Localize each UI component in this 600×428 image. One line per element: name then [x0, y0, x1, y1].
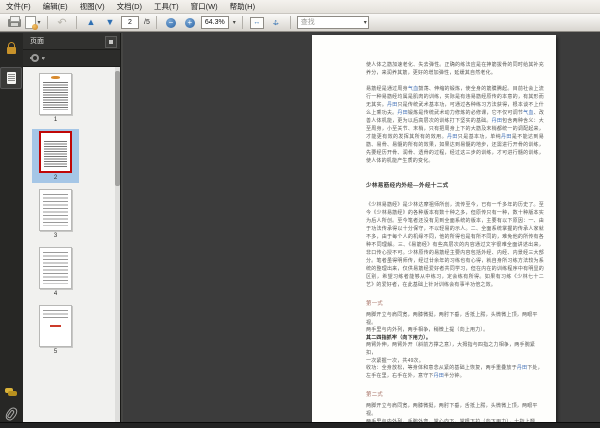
form-heading: 第一式	[366, 301, 384, 307]
toolbar-separator	[76, 16, 77, 29]
document-text: 两脚开立与肩同宽，两膝微挺，两肘下垂，舌抵上腭，头微微上顶，两眼平视。	[366, 312, 538, 326]
gear-icon[interactable]	[30, 54, 44, 62]
fullscreen-icon: ↔ ↕	[271, 17, 281, 27]
thumbnail-options-row: ▾	[23, 50, 120, 67]
thumbnail-emblem	[51, 76, 60, 79]
thumbnail-page-number: 3	[53, 233, 58, 239]
thumbnail-image	[39, 247, 72, 289]
menu-help[interactable]: 帮助(H)	[224, 0, 261, 13]
previous-view-button[interactable]: ↶	[54, 15, 70, 31]
page-thumbnail[interactable]: 4	[32, 245, 79, 299]
thumbnail-image	[39, 189, 72, 231]
toolbar-separator	[155, 16, 157, 29]
pages-panel: 页面 ▾ 1 2 3 4 5	[23, 33, 120, 422]
search-input[interactable]	[296, 16, 369, 29]
adobe-reader-window: 文件(F) 编辑(E) 视图(V) 文档(D) 工具(T) 窗口(W) 帮助(H…	[0, 0, 600, 428]
fit-width-icon: ↔	[249, 16, 264, 29]
zoom-out-icon: −	[165, 17, 176, 28]
page-total-label: /5	[144, 19, 150, 26]
page-thumbnail[interactable]: 3	[32, 187, 79, 241]
page-number-input[interactable]	[121, 16, 139, 29]
zoom-in-icon: +	[184, 17, 195, 28]
thumbnail-page-number: 1	[53, 117, 58, 123]
toolbar-separator	[241, 16, 243, 29]
security-panel-button[interactable]	[0, 37, 22, 59]
panel-options-button[interactable]	[105, 36, 117, 48]
printer-icon	[7, 15, 21, 27]
thumbnail-page-number: 5	[53, 349, 58, 355]
toolbar: ▾ ↶ ▲ ▼ /5 − + 64.3% ▾ ↔ ↔↕ ▾	[0, 14, 600, 32]
zoom-out-button[interactable]: −	[163, 15, 179, 31]
document-text: 两脚开立与肩同宽，两膝微挺，两肘下垂，舌抵上腭，头微微上顶，两眼平视。	[366, 403, 538, 417]
page-thumbnail[interactable]: 2	[32, 129, 79, 183]
document-text: 两臂外伸，两臂外开（斜前方撑之意），大拇指与四指之力相争，两手腕紧扣，	[366, 342, 536, 356]
thumbnail-image	[39, 131, 72, 173]
chevron-down-icon[interactable]: ▾	[233, 19, 236, 26]
security-lock-icon	[6, 42, 16, 54]
zoom-in-button[interactable]: +	[182, 15, 198, 31]
thumbnail-page-number: 4	[53, 291, 58, 297]
fullscreen-button[interactable]: ↔ ↕	[268, 15, 284, 31]
form-heading: 第二式	[366, 392, 384, 399]
document-text: 两手里与内外列，两手相争，稍微上提（向上用力）。	[366, 327, 489, 334]
thumbnail-image	[39, 73, 72, 115]
thumbnail-red-mark	[50, 325, 61, 327]
chevron-down-icon[interactable]: ▾	[364, 19, 367, 26]
previous-view-icon: ↶	[57, 16, 67, 29]
main-area: 页面 ▾ 1 2 3 4 5 使人体之筋加速老化、失去弹性。正确的练法应是在抻筋拔骨的同…	[0, 33, 600, 428]
thumbnail-text-lines	[43, 252, 68, 284]
pages-panel-icon	[6, 72, 16, 84]
thumbnail-text-lines	[43, 194, 68, 226]
window-bottom-edge	[0, 422, 600, 428]
document-canvas: 使人体之筋加速老化、失去弹性。正确的练法应是在抻筋拔骨的同时给其补充养分，来润养…	[123, 33, 600, 428]
menu-document[interactable]: 文档(D)	[111, 0, 148, 13]
thumbnail-list: 1 2 3 4 5	[23, 67, 115, 422]
document-text: 左手在里，右手在外，意守下丹田半分钟。	[366, 372, 465, 379]
panel-header: 页面	[23, 33, 120, 50]
previous-page-button[interactable]: ▲	[83, 15, 99, 31]
thumbnail-image	[39, 305, 72, 347]
page-thumbnail[interactable]: 1	[32, 71, 79, 125]
menu-tools[interactable]: 工具(T)	[148, 0, 185, 13]
document-heading: 少林易筋经内外经—外经十二式	[366, 183, 449, 189]
document-text: 易筋经是通过周身气血鼓荡、伸缩的锻炼，使全身的筋膜腾起。目前社会上流行一种易筋经…	[366, 86, 545, 164]
navigation-rail	[0, 33, 24, 423]
toolbar-separator	[47, 16, 48, 29]
menu-file[interactable]: 文件(F)	[0, 0, 37, 13]
menu-window[interactable]: 窗口(W)	[185, 0, 224, 13]
document-text: 使人体之筋加速老化、失去弹性。正确的练法应是在抻筋拔骨的同时给其补充养分，来润养…	[366, 62, 544, 76]
arrow-down-icon: ▼	[105, 17, 115, 27]
toolbar-separator	[289, 16, 291, 29]
thumbnail-page-number: 2	[53, 175, 58, 181]
menu-bar: 文件(F) 编辑(E) 视图(V) 文档(D) 工具(T) 窗口(W) 帮助(H…	[0, 0, 600, 14]
document-text: 《少林易筋经》是少林达摩祖师所创，流传至今，已有一千多年的历史了。至今《少林易筋…	[366, 202, 544, 288]
thumbnail-text-lines	[44, 141, 67, 167]
menu-edit[interactable]: 编辑(E)	[37, 0, 74, 13]
panel-options-icon	[109, 40, 113, 44]
zoom-level-value[interactable]: 64.3%	[200, 16, 229, 29]
next-page-button[interactable]: ▼	[102, 15, 118, 31]
paperclip-icon	[3, 405, 19, 423]
thumbnail-text-lines	[43, 310, 68, 320]
comments-icon	[5, 387, 17, 397]
page-thumbnail[interactable]: 5	[32, 303, 79, 357]
pdf-page[interactable]: 使人体之筋加速老化、失去弹性。正确的练法应是在抻筋拔骨的同时给其补充养分，来润养…	[312, 35, 556, 428]
chevron-down-icon: ▾	[37, 20, 41, 26]
pages-panel-button[interactable]	[0, 67, 22, 89]
arrow-up-icon: ▲	[86, 17, 96, 27]
document-text: 收功：全身放松，等身体和意念从紧的基础上恢复，两手重叠放于丹田下处，	[366, 365, 543, 372]
print-button[interactable]	[6, 15, 22, 31]
fit-width-button[interactable]: ↔	[249, 15, 265, 31]
document-action-button[interactable]: ▾	[25, 15, 41, 31]
search-box: ▾	[296, 16, 369, 29]
document-action-icon	[25, 16, 39, 30]
thumbnail-text-lines	[43, 82, 68, 110]
panel-title: 页面	[30, 38, 44, 45]
comments-panel-button[interactable]	[0, 381, 22, 403]
menu-view[interactable]: 视图(V)	[74, 0, 111, 13]
page-content: 使人体之筋加速老化、失去弹性。正确的练法应是在抻筋拔骨的同时给其补充养分，来润养…	[312, 35, 556, 428]
